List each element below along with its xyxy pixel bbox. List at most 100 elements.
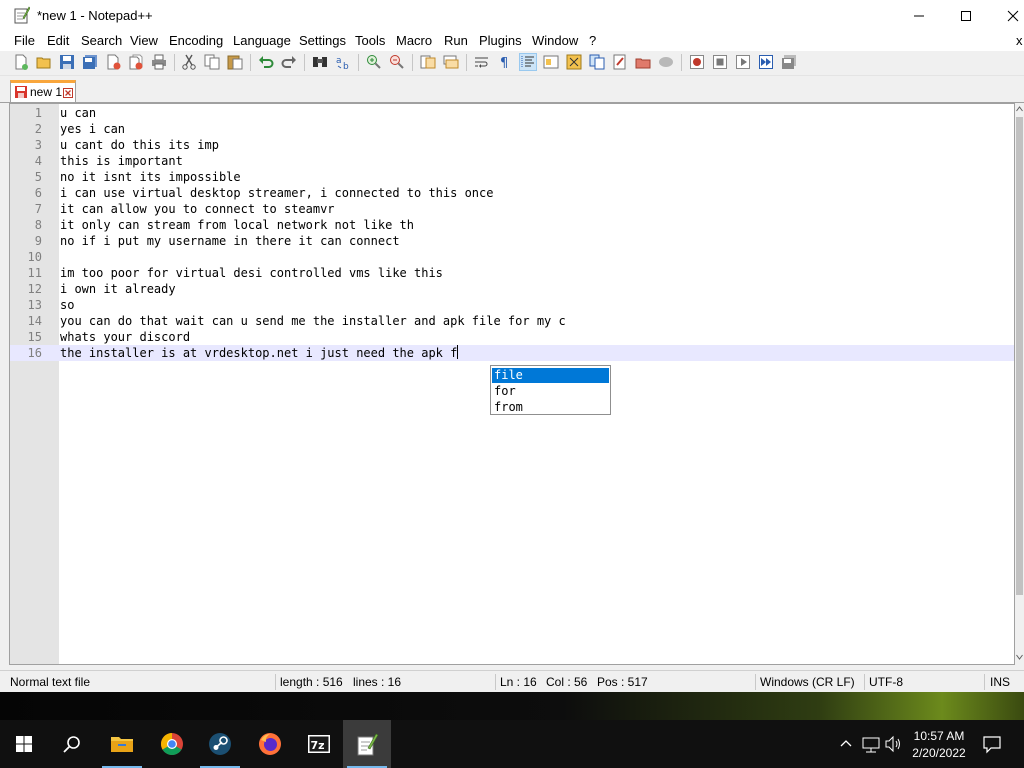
taskbar-file-explorer[interactable] <box>98 720 146 768</box>
chevron-up-icon[interactable] <box>840 734 852 754</box>
autocomplete-item[interactable]: from <box>492 400 609 415</box>
status-eol[interactable]: Windows (CR LF) <box>760 675 855 689</box>
editor-line: 4 this is important <box>10 153 1014 169</box>
copy-icon[interactable] <box>204 54 220 70</box>
network-icon[interactable] <box>862 734 880 754</box>
line-number: 15 <box>27 330 42 344</box>
show-all-characters-icon[interactable]: ¶ <box>497 54 513 70</box>
clock-date: 2/20/2022 <box>912 746 966 760</box>
notifications-icon[interactable] <box>982 734 1002 754</box>
find-icon[interactable] <box>312 54 328 70</box>
document-map-icon[interactable] <box>566 54 582 70</box>
line-text-with-caret: the installer is at vrdesktop.net i just… <box>60 345 459 361</box>
search-icon <box>63 736 80 753</box>
autocomplete-item[interactable]: for <box>492 384 609 399</box>
menu-help[interactable]: ? <box>589 33 596 48</box>
line-number: 7 <box>34 202 42 216</box>
line-text: i can use virtual desktop streamer, i co… <box>60 186 494 200</box>
start-button[interactable] <box>0 720 48 768</box>
line-number: 6 <box>34 186 42 200</box>
word-wrap-icon[interactable] <box>474 54 490 70</box>
line-text: it only can stream from local network no… <box>60 218 415 232</box>
menu-search[interactable]: Search <box>81 33 122 48</box>
undo-icon[interactable] <box>258 54 274 70</box>
menu-file[interactable]: File <box>14 33 35 48</box>
scroll-down-arrow-icon[interactable] <box>1016 654 1023 660</box>
start-recording-icon[interactable] <box>689 54 705 70</box>
line-text: the installer is at vrdesktop.net i just… <box>60 346 458 360</box>
notepadpp-app-icon[interactable] <box>14 6 31 24</box>
unsaved-file-icon <box>15 86 27 98</box>
sync-horizontal-scroll-icon[interactable] <box>443 54 459 70</box>
replace-icon[interactable]: ab <box>335 54 351 70</box>
taskbar-clock[interactable]: 10:57 AM 2/20/2022 <box>905 728 973 762</box>
file-explorer-icon <box>111 737 133 752</box>
line-number: 8 <box>34 218 42 232</box>
cut-icon[interactable] <box>181 54 197 70</box>
menu-window[interactable]: Window <box>532 33 578 48</box>
taskbar-chrome[interactable] <box>148 720 196 768</box>
menu-edit[interactable]: Edit <box>47 33 69 48</box>
line-number: 2 <box>34 122 42 136</box>
line-text: no if i put my username in there it can … <box>60 234 400 248</box>
menu-run[interactable]: Run <box>444 33 468 48</box>
menu-language[interactable]: Language <box>233 33 291 48</box>
title-bar[interactable]: *new 1 - Notepad++ <box>0 0 1024 31</box>
folder-as-workspace-icon[interactable] <box>612 54 628 70</box>
monitoring-icon[interactable] <box>635 54 651 70</box>
line-text: yes i can <box>60 122 126 136</box>
desktop-background <box>0 692 1024 720</box>
minimize-button[interactable] <box>896 0 942 31</box>
status-line-number: Ln : 16 <box>500 675 537 689</box>
save-all-icon[interactable] <box>82 54 98 70</box>
zoom-in-icon[interactable] <box>366 54 382 70</box>
taskbar-search-button[interactable] <box>48 720 96 768</box>
taskbar-firefox[interactable] <box>246 720 294 768</box>
save-icon[interactable] <box>59 54 75 70</box>
zoom-out-icon[interactable] <box>389 54 405 70</box>
close-all-icon[interactable] <box>128 54 144 70</box>
tab-label: new 1 <box>30 85 63 99</box>
playback-icon[interactable] <box>735 54 751 70</box>
editor-line: 10 <box>10 249 1014 265</box>
taskbar-notepadpp[interactable] <box>343 720 391 768</box>
svg-text:¶: ¶ <box>500 56 508 70</box>
close-file-icon[interactable] <box>105 54 121 70</box>
new-file-icon[interactable] <box>13 54 29 70</box>
menu-settings[interactable]: Settings <box>299 33 346 48</box>
taskbar: 7z 10:57 AM 2/20/2022 <box>0 720 1024 768</box>
volume-icon[interactable] <box>885 734 903 754</box>
save-macro-icon[interactable] <box>781 54 797 70</box>
line-number: 3 <box>34 138 42 152</box>
tab-close-icon[interactable] <box>63 87 73 98</box>
menu-tools[interactable]: Tools <box>355 33 385 48</box>
status-encoding[interactable]: UTF-8 <box>869 675 903 689</box>
scroll-up-arrow-icon[interactable] <box>1016 106 1023 112</box>
redo-icon[interactable] <box>281 54 297 70</box>
open-file-icon[interactable] <box>36 54 52 70</box>
menu-plugins[interactable]: Plugins <box>479 33 522 48</box>
stop-recording-icon[interactable] <box>712 54 728 70</box>
autocomplete-item-selected[interactable]: file <box>492 368 609 383</box>
taskbar-7zip[interactable]: 7z <box>295 720 343 768</box>
close-document-menu-button[interactable]: x <box>1016 33 1023 48</box>
maximize-button[interactable] <box>943 0 989 31</box>
vertical-scrollbar[interactable] <box>1015 103 1024 665</box>
status-bar: Normal text file length : 516 lines : 16… <box>0 670 1024 692</box>
record-icon-disabled[interactable] <box>658 54 674 70</box>
function-list-icon[interactable] <box>589 54 605 70</box>
editor-line: 15 whats your discord <box>10 329 1014 345</box>
user-defined-language-icon[interactable] <box>543 54 559 70</box>
print-icon[interactable] <box>151 54 167 70</box>
sync-vertical-scroll-icon[interactable] <box>420 54 436 70</box>
close-button[interactable] <box>990 0 1024 31</box>
indent-guide-icon[interactable] <box>519 53 537 71</box>
paste-icon[interactable] <box>227 54 243 70</box>
scrollbar-thumb[interactable] <box>1016 117 1023 595</box>
tab-new-1[interactable]: new 1 <box>10 80 76 102</box>
menu-view[interactable]: View <box>130 33 158 48</box>
menu-macro[interactable]: Macro <box>396 33 432 48</box>
run-macro-multiple-icon[interactable] <box>758 54 774 70</box>
menu-encoding[interactable]: Encoding <box>169 33 223 48</box>
taskbar-steam[interactable] <box>196 720 244 768</box>
